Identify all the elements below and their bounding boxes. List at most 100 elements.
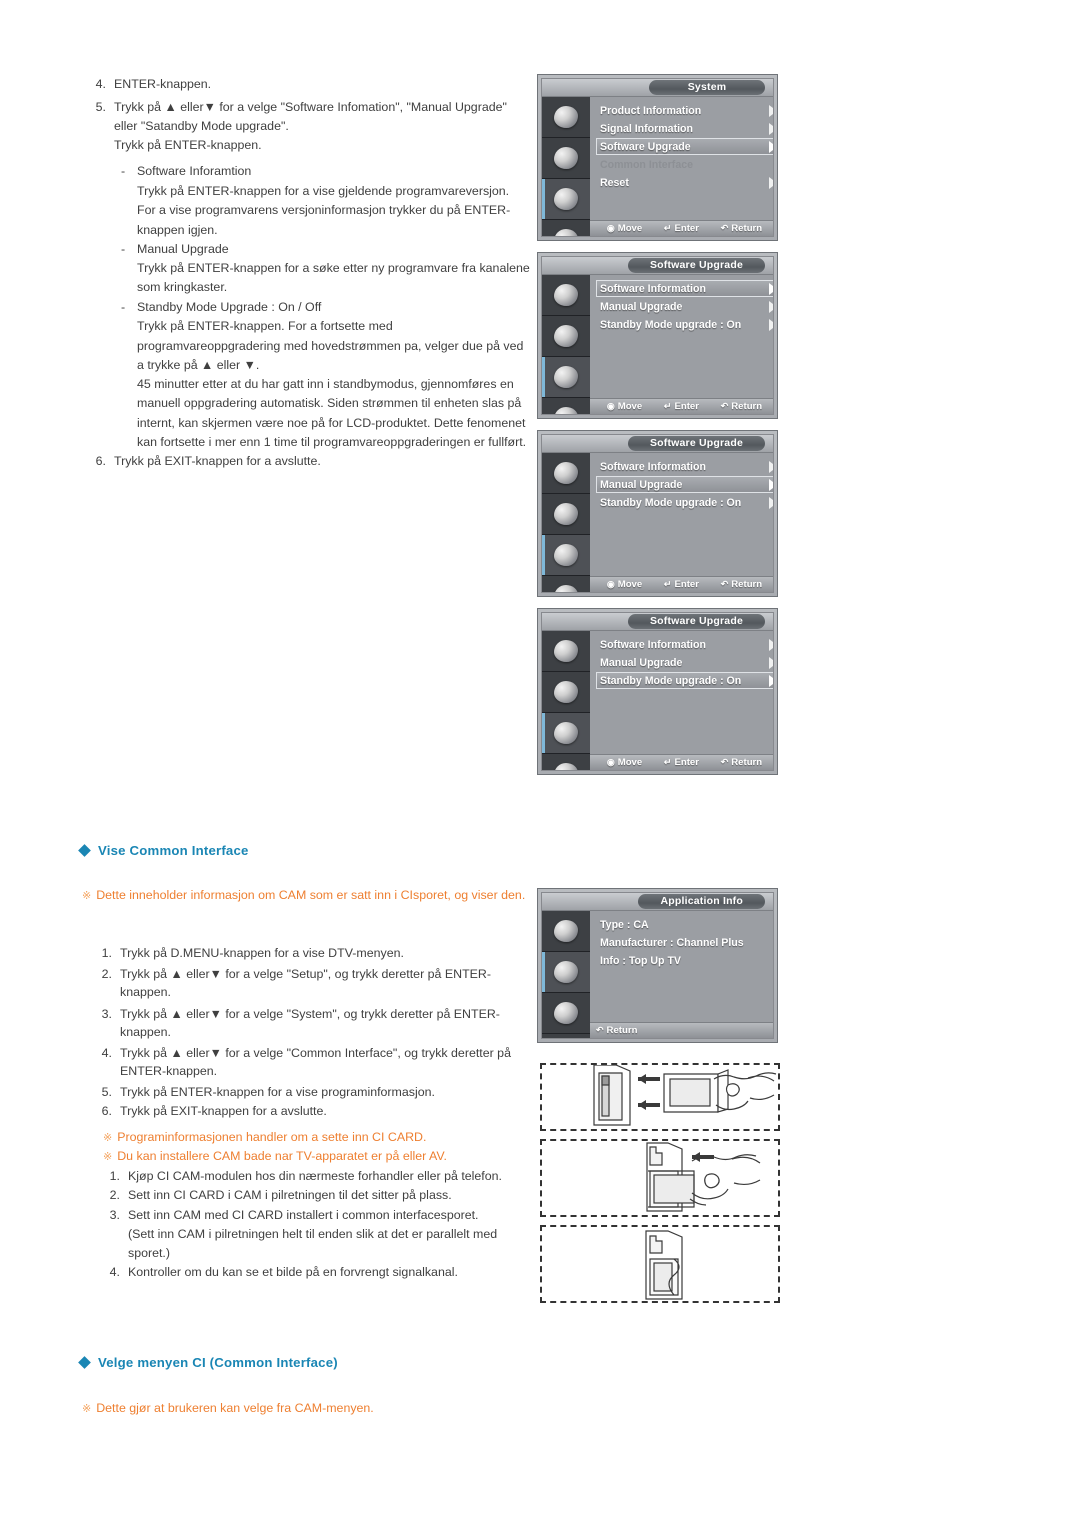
osd-titlebar: Application Info (542, 893, 773, 911)
list-number: 4. (109, 1265, 120, 1279)
osd-footer-return[interactable]: ↶ Return (721, 401, 762, 412)
list-item: ENTER-knappen. (120, 1064, 218, 1078)
note-install-cam: ※ Du kan installere CAM bade nar TV-appar… (103, 1147, 447, 1167)
osd-footer-enter[interactable]: ↵ Enter (664, 401, 699, 412)
list-item: Trykk på ▲ eller▼ for a velge "Software … (114, 100, 507, 114)
sub-title: Software Inforamtion (137, 164, 252, 178)
list-number: 3. (101, 1007, 112, 1021)
gear-icon[interactable] (542, 993, 590, 1034)
osd-item-label: Manual Upgrade (600, 657, 683, 669)
gear-icon[interactable] (542, 713, 590, 754)
chevron-right-icon (769, 177, 773, 189)
osd-titlebar: Software Upgrade (542, 613, 773, 631)
osd-menu-item-standby-mode-upgrade[interactable]: Standby Mode upgrade : On (596, 672, 773, 689)
osd-footer-return[interactable]: ↶ Return (596, 1025, 637, 1036)
osd-item-label: Type : CA (600, 919, 649, 931)
list-item: Trykk på ENTER-knappen for a vise progra… (120, 1085, 435, 1099)
diamond-bullet-icon (78, 1356, 91, 1369)
osd-footer-return[interactable]: ↶ Return (721, 223, 762, 234)
osd-menu-item-reset[interactable]: Reset (596, 174, 773, 191)
osd-title: Software Upgrade (627, 436, 765, 451)
osd-menu-item-signal-information[interactable]: Signal Information (596, 120, 773, 137)
remote-icon[interactable] (542, 1034, 590, 1038)
osd-menu-item-software-information[interactable]: Software Information (596, 458, 773, 475)
sub-line: 45 minutter etter at du har gatt inn i s… (137, 377, 514, 391)
list-item: Sett inn CI CARD i CAM i pilretningen ti… (128, 1188, 452, 1202)
sub-title: Manual Upgrade (137, 242, 229, 256)
gear-icon[interactable] (542, 535, 590, 576)
osd-footer-move[interactable]: ◉ Move (607, 757, 642, 768)
list-item: eller "Satandby Mode upgrade". (114, 119, 289, 133)
osd-footer: ◉ Move ↵ Enter ↶ Return (590, 576, 773, 592)
gear-icon[interactable] (542, 357, 590, 398)
osd-menu-item-standby-mode-upgrade[interactable]: Standby Mode upgrade : On (596, 494, 773, 511)
osd-footer-return[interactable]: ↶ Return (721, 757, 762, 768)
illustration-cam-insert-step1 (540, 1063, 780, 1131)
list-item: knappen. (120, 985, 171, 999)
list-number: 1. (109, 1169, 120, 1183)
antenna-icon[interactable] (542, 631, 590, 672)
osd-footer: ◉ Move ↵ Enter ↶ Return (590, 220, 773, 236)
sub-line: a trykke på ▲ eller ▼. (137, 358, 260, 372)
osd-item-label: Product Information (600, 105, 702, 117)
osd-menu-item-software-upgrade[interactable]: Software Upgrade (596, 138, 773, 155)
osd-icon-column (542, 97, 590, 236)
osd-footer: ◉ Move ↵ Enter ↶ Return (590, 754, 773, 770)
list-item: (Sett inn CAM i pilretningen helt til en… (128, 1227, 498, 1241)
osd-item-label: Common Interface (600, 159, 694, 171)
sub-line: Trykk på ENTER-knappen for a søke etter … (137, 261, 530, 275)
osd-menu-item-software-information[interactable]: Software Information (596, 636, 773, 653)
sub-line: Trykk på ENTER-knappen for a vise gjelde… (137, 184, 510, 198)
osd-footer-enter[interactable]: ↵ Enter (664, 757, 699, 768)
remote-icon[interactable] (542, 220, 590, 236)
satellite-icon[interactable] (542, 672, 590, 713)
sub-line: manuell oppgradering automatisk. Siden s… (137, 396, 522, 410)
chevron-right-icon (769, 141, 773, 153)
osd-title: Software Upgrade (627, 614, 765, 629)
satellite-icon[interactable] (542, 138, 590, 179)
note-label: Programinformasjonen handler om a sette … (117, 1130, 427, 1144)
list-item: Trykk på ▲ eller▼ for a velge "Common In… (120, 1046, 511, 1060)
osd-item-label: Reset (600, 177, 629, 189)
antenna-icon[interactable] (542, 275, 590, 316)
remote-icon[interactable] (542, 754, 590, 770)
osd-footer-move[interactable]: ◉ Move (607, 223, 642, 234)
osd-footer-enter[interactable]: ↵ Enter (664, 223, 699, 234)
chevron-right-icon (769, 497, 773, 509)
gear-icon[interactable] (542, 179, 590, 220)
note-ci-menu: ※ Dette gjør at brukeren kan velge fra CA… (82, 1399, 374, 1419)
osd-item-label: Info : Top Up TV (600, 955, 681, 967)
list-number: 1. (101, 946, 112, 960)
osd-item-label: Standby Mode upgrade : On (600, 497, 742, 509)
satellite-icon[interactable] (542, 952, 590, 993)
osd-menu-item-common-interface[interactable]: Common Interface (596, 156, 773, 173)
satellite-icon[interactable] (542, 316, 590, 357)
note-program-information: ※ Programinformasjonen handler om a sette… (103, 1128, 426, 1148)
osd-menu-item-manual-upgrade[interactable]: Manual Upgrade (596, 654, 773, 671)
osd-menu-item-product-information[interactable]: Product Information (596, 102, 773, 119)
osd-menu-item-manual-upgrade[interactable]: Manual Upgrade (596, 476, 773, 493)
osd-menu-item-software-information[interactable]: Software Information (596, 280, 773, 297)
osd-item-label: Software Information (600, 461, 706, 473)
sub-line: For a vise programvarens versjoninformas… (137, 203, 511, 217)
osd-title: Software Upgrade (627, 258, 765, 273)
chevron-right-icon (769, 675, 773, 687)
osd-footer-move[interactable]: ◉ Move (607, 579, 642, 590)
antenna-icon[interactable] (542, 97, 590, 138)
antenna-icon[interactable] (542, 453, 590, 494)
osd-titlebar: Software Upgrade (542, 435, 773, 453)
osd-footer-move[interactable]: ◉ Move (607, 401, 642, 412)
osd-menu-item-standby-mode-upgrade[interactable]: Standby Mode upgrade : On (596, 316, 773, 333)
osd-titlebar: System (542, 79, 773, 97)
osd-icon-column (542, 453, 590, 592)
remote-icon[interactable] (542, 398, 590, 414)
satellite-icon[interactable] (542, 494, 590, 535)
list-number: 2. (101, 967, 112, 981)
illustration-cam-insert-step2 (540, 1139, 780, 1217)
osd-footer-enter[interactable]: ↵ Enter (664, 579, 699, 590)
osd-footer-return[interactable]: ↶ Return (721, 579, 762, 590)
list-item: knappen. (120, 1025, 171, 1039)
remote-icon[interactable] (542, 576, 590, 592)
antenna-icon[interactable] (542, 911, 590, 952)
osd-menu-item-manual-upgrade[interactable]: Manual Upgrade (596, 298, 773, 315)
